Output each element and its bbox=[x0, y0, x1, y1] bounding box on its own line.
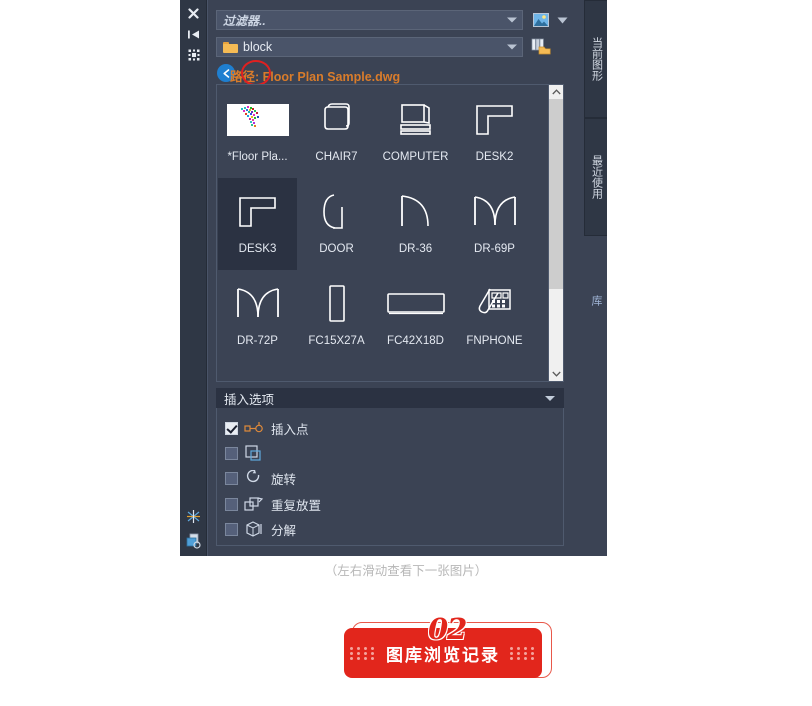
option-repeat-placement[interactable]: 重复放置 bbox=[225, 494, 321, 514]
block-label: COMPUTER bbox=[382, 151, 449, 163]
chevron-down-icon bbox=[507, 17, 517, 23]
block-item-dr72p[interactable]: DR-72P bbox=[218, 270, 297, 362]
block-label: DR-72P bbox=[237, 335, 278, 347]
insert-options-body: 插入点 比例 X: 1 bbox=[216, 408, 564, 546]
scale-checkbox[interactable] bbox=[225, 446, 238, 460]
phone-icon bbox=[459, 278, 531, 330]
option-label: 重复放置 bbox=[271, 498, 322, 513]
tab-recently-used[interactable]: 最近使用 bbox=[584, 118, 607, 236]
snap-settings-icon[interactable] bbox=[180, 505, 207, 527]
palette-title-rail bbox=[180, 0, 207, 556]
block-item-fc15x27a[interactable]: FC15X27A bbox=[297, 270, 376, 362]
insertion-point-checkbox[interactable] bbox=[225, 421, 238, 435]
section-badge: 图库浏览记录 02 bbox=[344, 612, 554, 684]
blocks-scrollbar[interactable] bbox=[548, 85, 563, 381]
option-rotation[interactable]: 旋转 bbox=[225, 468, 296, 488]
block-label: DR-69P bbox=[474, 243, 515, 255]
double-door-icon bbox=[222, 278, 294, 330]
block-source-combobox[interactable]: block bbox=[216, 37, 523, 57]
computer-icon bbox=[380, 94, 452, 146]
chevron-down-icon[interactable] bbox=[545, 396, 555, 401]
desk-icon bbox=[459, 94, 531, 146]
door-icon bbox=[301, 186, 373, 238]
option-insertion-point[interactable]: 插入点 bbox=[225, 418, 309, 438]
repeat-placement-icon bbox=[244, 496, 264, 512]
insertion-point-icon bbox=[244, 420, 264, 436]
scale-icon bbox=[244, 445, 264, 461]
tab-current-drawing[interactable]: 当前图形 bbox=[584, 0, 607, 118]
tab-label: 当前图形 bbox=[590, 37, 603, 81]
insert-options-title: 插入选项 bbox=[224, 392, 275, 407]
filter-placeholder-text: 过滤器.. bbox=[223, 13, 266, 28]
rotation-checkbox[interactable] bbox=[225, 471, 238, 485]
block-item-desk2[interactable]: DESK2 bbox=[455, 86, 534, 178]
filter-combobox[interactable]: 过滤器.. bbox=[216, 10, 523, 30]
page-root: 过滤器.. block 路径: Floor Plan Sample.dwg *F… bbox=[0, 0, 812, 706]
block-source-label: block bbox=[243, 40, 273, 54]
block-item-floorplan[interactable]: *Floor Pla... bbox=[218, 86, 297, 178]
path-label: 路径: Floor Plan Sample.dwg bbox=[230, 70, 401, 84]
chevron-up-icon[interactable] bbox=[549, 85, 563, 99]
tab-label: 库 bbox=[590, 294, 602, 306]
block-item-door[interactable]: DOOR bbox=[297, 178, 376, 270]
option-label: 分解 bbox=[271, 523, 297, 538]
explode-checkbox[interactable] bbox=[225, 522, 238, 536]
block-label: *Floor Pla... bbox=[227, 151, 288, 163]
option-scale[interactable] bbox=[225, 443, 271, 463]
blocks-grid: *Floor Pla... CHAIR7 COMPUTER DESK2 DESK… bbox=[218, 86, 548, 362]
block-label: DR-36 bbox=[398, 243, 433, 255]
option-explode[interactable]: 分解 bbox=[225, 519, 296, 539]
badge-number: 02 bbox=[428, 612, 467, 646]
tab-label: 最近使用 bbox=[590, 155, 603, 199]
palette-vertical-tabs: 当前图形 最近使用 库 bbox=[580, 0, 607, 556]
folder-icon bbox=[223, 41, 238, 53]
block-label: DESK2 bbox=[475, 151, 514, 163]
rect-tall-icon bbox=[301, 278, 373, 330]
floorplan-thumbnail bbox=[222, 94, 294, 146]
door-swing-icon bbox=[380, 186, 452, 238]
new-drawing-icon[interactable] bbox=[180, 530, 207, 552]
block-label: CHAIR7 bbox=[315, 151, 358, 163]
view-options-dropdown[interactable] bbox=[551, 10, 573, 30]
chevron-down-icon bbox=[507, 44, 517, 50]
repeat-placement-checkbox[interactable] bbox=[225, 497, 238, 511]
chair-icon bbox=[301, 94, 373, 146]
double-door-icon bbox=[459, 186, 531, 238]
block-label: DOOR bbox=[319, 243, 354, 255]
block-label: DESK3 bbox=[238, 243, 277, 255]
block-item-fc42x18d[interactable]: FC42X18D bbox=[376, 270, 455, 362]
close-icon[interactable] bbox=[180, 2, 207, 24]
block-label: FC15X27A bbox=[308, 335, 365, 347]
scrollbar-thumb[interactable] bbox=[549, 99, 563, 289]
browse-library-folder-icon[interactable] bbox=[530, 36, 552, 56]
blocks-thumbnail-pane[interactable]: *Floor Pla... CHAIR7 COMPUTER DESK2 DESK… bbox=[216, 84, 564, 382]
chevron-down-icon[interactable] bbox=[549, 367, 563, 381]
insert-options-header[interactable]: 插入选项 bbox=[216, 388, 564, 408]
rect-wide-icon bbox=[380, 278, 452, 330]
block-item-fnphone[interactable]: FNPHONE bbox=[455, 270, 534, 362]
thumbnail-view-icon[interactable] bbox=[530, 10, 552, 30]
badge-dots-left-icon bbox=[350, 646, 376, 660]
block-item-dr69p[interactable]: DR-69P bbox=[455, 178, 534, 270]
tab-library[interactable]: 库 bbox=[584, 285, 607, 315]
block-item-chair7[interactable]: CHAIR7 bbox=[297, 86, 376, 178]
badge-dots-right-icon bbox=[510, 646, 536, 660]
blocks-palette-body: 过滤器.. block 路径: Floor Plan Sample.dwg *F… bbox=[207, 0, 580, 556]
block-label: FC42X18D bbox=[387, 335, 444, 347]
block-label: FNPHONE bbox=[466, 335, 523, 347]
autocad-blocks-palette-screenshot: 过滤器.. block 路径: Floor Plan Sample.dwg *F… bbox=[180, 0, 607, 556]
option-label: 旋转 bbox=[271, 472, 297, 487]
desk-icon bbox=[222, 186, 294, 238]
collapse-panel-icon[interactable] bbox=[180, 23, 207, 45]
option-label: 插入点 bbox=[271, 422, 309, 437]
block-item-dr36[interactable]: DR-36 bbox=[376, 178, 455, 270]
block-item-computer[interactable]: COMPUTER bbox=[376, 86, 455, 178]
panel-options-icon[interactable] bbox=[180, 44, 207, 66]
rotate-icon bbox=[244, 470, 264, 486]
explode-icon bbox=[244, 521, 264, 537]
block-item-desk3[interactable]: DESK3 bbox=[218, 178, 297, 270]
swipe-hint-caption: （左右滑动查看下一张图片） bbox=[324, 564, 488, 578]
